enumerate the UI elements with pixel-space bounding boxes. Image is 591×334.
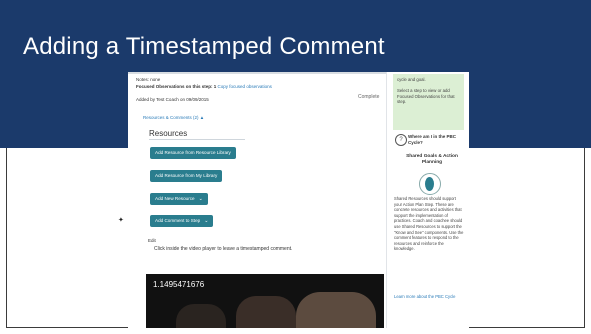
button-label: Add Comment to Step <box>155 218 201 223</box>
mouse-cursor-icon: ✦ <box>118 217 124 224</box>
video-frame-figure <box>296 292 376 328</box>
add-my-library-button[interactable]: Add Resource from My Library <box>150 170 223 182</box>
where-am-i-title: Where am I in the PBC Cycle? <box>408 134 457 145</box>
chevron-down-icon: ⌄ <box>198 196 203 202</box>
cycle-goal-text: cycle and goal. <box>397 77 426 82</box>
chevron-down-icon: ⌄ <box>204 218 209 224</box>
timestamp-hint: Click inside the video player to leave a… <box>154 246 293 252</box>
video-title: 1.1495471676 <box>153 280 205 289</box>
video-frame-figure <box>176 304 226 328</box>
video-player[interactable]: 1.1495471676 <box>146 274 384 328</box>
added-by-text: Added by Test Coach on 09/09/2015 <box>136 97 209 102</box>
add-resource-library-button[interactable]: Add Resource from Resource Library <box>150 147 236 159</box>
resources-heading: Resources <box>149 129 188 138</box>
button-label: Add New Resource <box>155 196 195 201</box>
slide-title: Adding a Timestamped Comment <box>23 33 385 60</box>
copy-focused-link[interactable]: Copy focused observations <box>218 84 272 89</box>
button-label: Add Resource from My Library <box>155 173 218 178</box>
focused-observations: Focused Observations on this step: 1 Cop… <box>136 84 272 89</box>
status-complete[interactable]: Complete <box>358 94 379 100</box>
goal-title: Shared Goals & Action Planning <box>406 154 458 165</box>
resources-comments-toggle[interactable]: Resources & Comments (2) ▲ <box>143 115 204 120</box>
slide: Adding a Timestamped Comment Notes: none… <box>0 0 591 334</box>
question-circle-icon[interactable]: ? <box>395 134 407 146</box>
focused-observations-panel: cycle and goal. Select a step to view or… <box>393 74 464 130</box>
embedded-screenshot: Notes: none Focused Observations on this… <box>128 72 469 328</box>
focused-label: Focused Observations on this step: 1 <box>136 84 217 89</box>
resources-description: Shared Resources should support your Act… <box>394 196 464 252</box>
notes-text: Notes: none <box>136 77 161 82</box>
resources-divider <box>149 139 245 140</box>
learn-more-link[interactable]: Learn more about the PBC Cycle <box>394 294 464 300</box>
select-step-text: Select a step to view or add Focused Obs… <box>397 88 455 104</box>
button-label: Add Resource from Resource Library <box>155 150 231 155</box>
add-comment-button[interactable]: Add Comment to Step ⌄ <box>150 215 214 227</box>
video-frame-figure <box>236 296 296 328</box>
add-new-resource-button[interactable]: Add New Resource ⌄ <box>150 193 208 205</box>
pbc-sidebar: cycle and goal. Select a step to view or… <box>386 72 469 328</box>
cycle-progress-fill <box>425 177 434 191</box>
cycle-progress-icon <box>419 173 441 195</box>
edit-link[interactable]: Edit <box>148 238 156 243</box>
